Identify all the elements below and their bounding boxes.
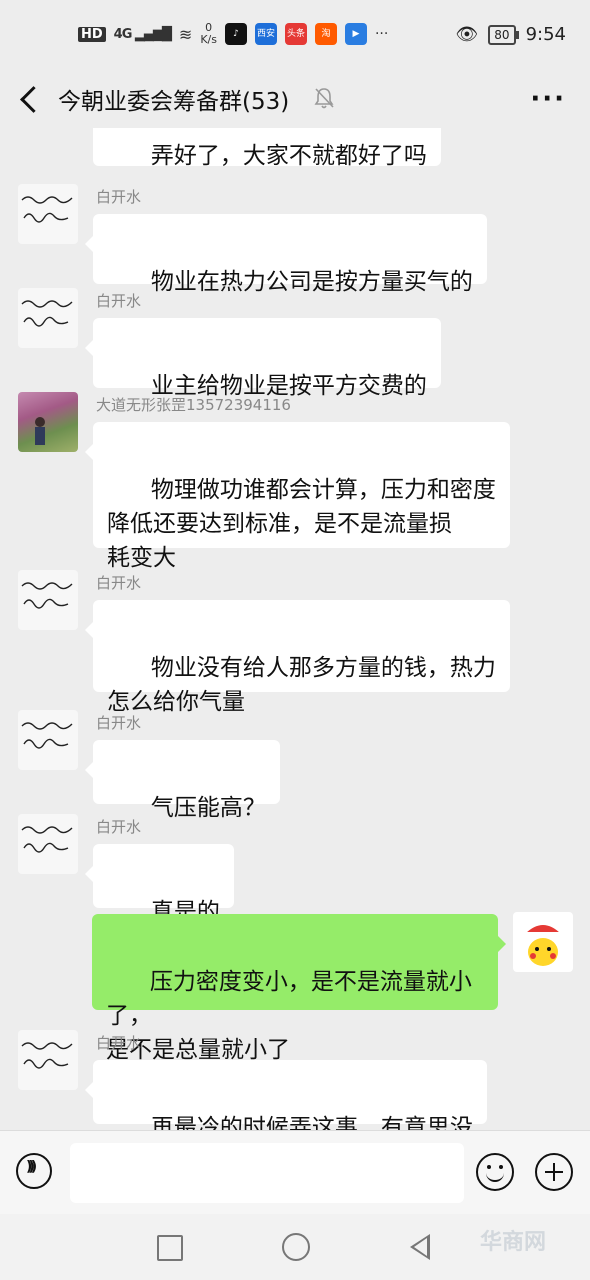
mute-bell-icon bbox=[314, 88, 334, 109]
taobao-icon: 淘 bbox=[314, 23, 337, 45]
message-bubble[interactable]: 物理做功谁都会计算，压力和密度 降低还要达到标准，是不是流量损 耗变大 bbox=[85, 422, 510, 571]
calligraphy-avatar-icon bbox=[21, 300, 73, 327]
sender-name: 白开水 bbox=[96, 188, 142, 206]
pikachu-avatar-icon bbox=[523, 925, 563, 966]
message-bubble[interactable]: 真是的 bbox=[85, 844, 234, 925]
avatar[interactable] bbox=[18, 288, 78, 348]
status-right: 👁 80 9:54 bbox=[455, 24, 566, 45]
message-bubble[interactable]: 物业没有给人那多方量的钱，热力 怎么给你气量 bbox=[85, 600, 510, 715]
red-app-icon: 头条 bbox=[284, 23, 307, 45]
message-text: 物理做功谁都会计算，压力和密度 降低还要达到标准，是不是流量损 耗变大 bbox=[107, 477, 496, 571]
avatar[interactable] bbox=[18, 1030, 78, 1090]
video-app-icon: ▶ bbox=[344, 23, 367, 45]
calligraphy-avatar-icon bbox=[21, 582, 73, 609]
chat-header: 今朝业委会筹备群(53) ··· bbox=[0, 70, 590, 128]
sender-name: 白开水 bbox=[96, 818, 142, 836]
voice-input-button[interactable] bbox=[16, 1153, 52, 1189]
message-bubble[interactable]: 气压能高？ bbox=[85, 740, 280, 821]
back-button[interactable] bbox=[14, 80, 50, 116]
avatar[interactable] bbox=[18, 710, 78, 770]
avatar[interactable] bbox=[18, 570, 78, 630]
avatar[interactable] bbox=[513, 912, 573, 972]
input-bar bbox=[0, 1130, 590, 1215]
news-app-icon: 西安 bbox=[254, 23, 277, 45]
message-text: 压力密度变小，是不是流量就小了， 是不是总量就小了 bbox=[106, 969, 472, 1063]
battery-indicator: 80 bbox=[488, 24, 519, 45]
sender-name: 白开水 bbox=[96, 1034, 142, 1052]
chat-title: 今朝业委会筹备群(53) bbox=[58, 89, 290, 115]
avatar[interactable] bbox=[18, 814, 78, 874]
eye-icon: 👁 bbox=[455, 24, 479, 45]
recent-apps-button[interactable] bbox=[157, 1235, 183, 1261]
hd-indicator: HD bbox=[78, 26, 106, 42]
speed-unit: K/s bbox=[200, 33, 217, 46]
calligraphy-avatar-icon bbox=[21, 1042, 73, 1069]
message-bubble[interactable]: 再最冷的时候弄这事，有意思没 bbox=[85, 1060, 487, 1130]
emoji-button[interactable] bbox=[476, 1153, 514, 1191]
network-speed: 0 K/s bbox=[200, 22, 217, 46]
more-notifications: ··· bbox=[374, 26, 389, 42]
sender-name: 白开水 bbox=[96, 574, 142, 592]
watermark: 华商网 bbox=[479, 1230, 546, 1255]
person-photo-icon bbox=[35, 417, 45, 445]
sender-name: 白开水 bbox=[96, 714, 142, 732]
clock: 9:54 bbox=[525, 24, 566, 45]
system-back-button[interactable] bbox=[410, 1234, 430, 1260]
more-actions-button[interactable] bbox=[535, 1153, 573, 1191]
sender-name: 白开水 bbox=[96, 292, 142, 310]
message-text: 物业在热力公司是按方量买气的 bbox=[150, 269, 473, 295]
avatar[interactable] bbox=[18, 392, 78, 452]
sender-name: 大道无形张罡13572394116 bbox=[96, 396, 291, 414]
network-indicator: 4G ▂▄▆█ bbox=[113, 26, 172, 42]
message-bubble[interactable]: 物业在热力公司是按方量买气的 bbox=[85, 214, 487, 295]
wifi-icon: ≋ bbox=[178, 24, 193, 44]
message-text: 再最冷的时候弄这事，有意思没 bbox=[150, 1115, 473, 1130]
message-text: 弄好了，大家不就都好了吗 bbox=[150, 143, 427, 169]
home-button[interactable] bbox=[282, 1233, 310, 1261]
more-options-button[interactable]: ··· bbox=[530, 84, 566, 114]
message-bubble[interactable]: 压力密度变小，是不是流量就小了， 是不是总量就小了 bbox=[92, 914, 506, 1063]
calligraphy-avatar-icon bbox=[21, 826, 73, 853]
calligraphy-avatar-icon bbox=[21, 196, 73, 223]
message-bubble[interactable]: 弄好了，大家不就都好了吗 bbox=[93, 128, 441, 169]
status-bar: HD 4G ▂▄▆█ ≋ 0 K/s ♪ 西安 头条 淘 ▶ ··· 👁 80 … bbox=[0, 0, 590, 70]
avatar[interactable] bbox=[18, 184, 78, 244]
system-nav-bar: 华商网 bbox=[0, 1214, 590, 1280]
status-left: HD 4G ▂▄▆█ ≋ 0 K/s ♪ 西安 头条 淘 ▶ ··· bbox=[78, 22, 388, 46]
message-input[interactable] bbox=[70, 1143, 464, 1203]
tiktok-icon: ♪ bbox=[224, 23, 247, 45]
message-bubble[interactable]: 业主给物业是按平方交费的 bbox=[85, 318, 441, 399]
calligraphy-avatar-icon bbox=[21, 722, 73, 749]
message-text: 气压能高？ bbox=[150, 795, 266, 821]
chat-messages: 弄好了，大家不就都好了吗 白开水 物业在热力公司是按方量买气的 白开水 业主给物… bbox=[0, 128, 590, 1130]
message-text: 物业没有给人那多方量的钱，热力 怎么给你气量 bbox=[107, 655, 496, 715]
